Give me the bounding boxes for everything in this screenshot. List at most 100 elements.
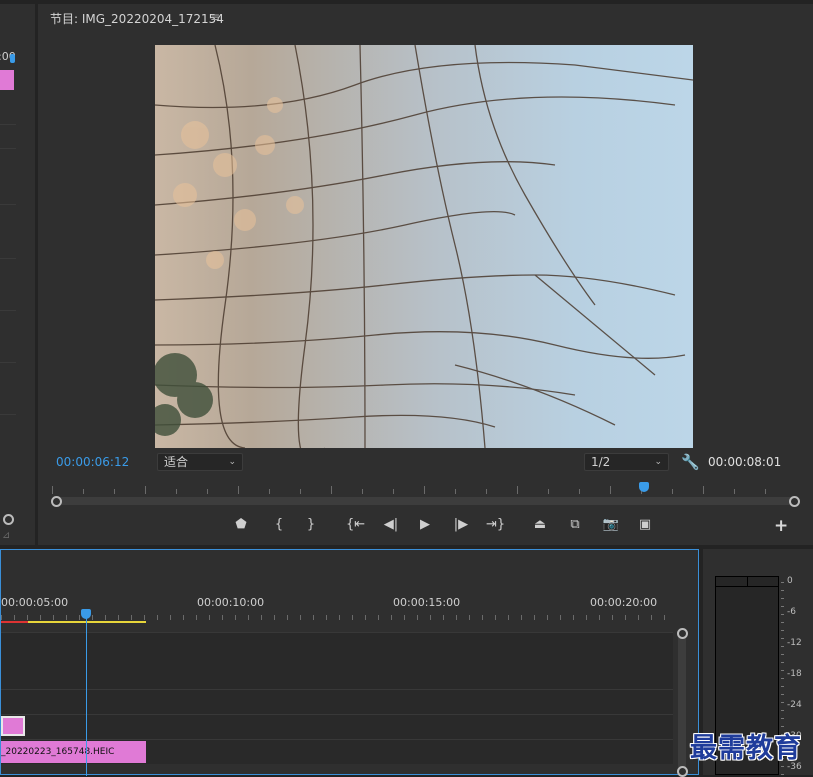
ruler-tick [362, 489, 363, 494]
ruler-tick [1, 615, 2, 620]
ruler-tick [517, 486, 518, 494]
clip-heic[interactable]: _20220223_165748.HEIC [1, 741, 146, 763]
ruler-tick [326, 615, 327, 620]
ruler-tick [207, 489, 208, 494]
ruler-tick [469, 615, 470, 620]
ruler-tick [248, 615, 249, 620]
hamburger-menu-icon[interactable]: ≡ [210, 10, 220, 24]
db-label: -12 [787, 638, 802, 648]
db-tick [781, 662, 784, 663]
left-edge-icon: ⊿ [2, 530, 11, 541]
vscroll-top-handle-icon[interactable] [677, 628, 688, 639]
divider [0, 124, 16, 125]
left-playhead-icon[interactable] [10, 54, 15, 63]
add-marker-button[interactable]: ⬟ [232, 517, 250, 532]
wrench-settings-icon[interactable]: 🔧 [681, 453, 700, 471]
ruler-tick [586, 615, 587, 620]
ruler-label: 00:00:20:00 [590, 596, 658, 609]
divider [0, 148, 16, 149]
db-tick [781, 670, 784, 671]
selected-clip[interactable] [1, 716, 25, 736]
db-tick [781, 646, 784, 647]
ruler-label: 00:00:05:00 [1, 596, 69, 609]
divider [0, 310, 16, 311]
ruler-tick [638, 615, 639, 620]
monitor-time-ruler[interactable] [52, 480, 798, 494]
track-row[interactable] [1, 714, 673, 739]
ruler-tick [482, 615, 483, 620]
monitor-title[interactable]: 节目: IMG_20220204_172154 [50, 10, 224, 27]
ruler-tick [131, 615, 132, 620]
left-scroll-knob-icon[interactable] [3, 514, 14, 525]
ruler-tick [144, 615, 145, 620]
ruler-tick [300, 489, 301, 494]
scrollbar-left-handle-icon[interactable] [51, 496, 62, 507]
left-clip-block[interactable] [0, 70, 14, 90]
playhead-timecode[interactable]: 00:00:06:12 [56, 455, 129, 469]
ruler-tick [66, 615, 67, 620]
ruler-tick [53, 615, 54, 620]
divider [0, 204, 16, 205]
zoom-level-value: 适合 [164, 455, 189, 469]
render-bar-yellow [28, 621, 146, 623]
watermark-logo: 最需教育 [690, 733, 802, 764]
db-label: -18 [787, 669, 802, 679]
ruler-tick [274, 615, 275, 620]
ruler-label: 00:00:15:00 [393, 596, 461, 609]
step-back-button[interactable]: ◀| [382, 517, 400, 532]
ruler-tick [331, 486, 332, 494]
ruler-tick [269, 489, 270, 494]
db-label: 0 [787, 576, 793, 586]
timeline-vertical-scrollbar[interactable] [678, 630, 686, 770]
ruler-tick [209, 615, 210, 620]
ruler-tick [547, 615, 548, 620]
playback-resolution-select[interactable]: 1/2 ⌄ [584, 453, 669, 471]
export-frame-button[interactable]: 📷 [600, 517, 622, 532]
extract-button[interactable]: ⧉ [564, 517, 586, 532]
db-tick [781, 638, 784, 639]
ruler-tick [339, 615, 340, 620]
render-bar-red [1, 621, 28, 623]
go-to-in-button[interactable]: {⇤ [346, 517, 365, 532]
step-forward-button[interactable]: |▶ [452, 517, 470, 532]
duration-timecode: 00:00:08:01 [708, 455, 782, 469]
ruler-tick [378, 615, 379, 620]
chevron-down-icon: ⌄ [654, 457, 662, 467]
db-tick [781, 694, 784, 695]
db-tick [781, 614, 784, 615]
mark-in-button[interactable]: { [270, 517, 288, 532]
scrollbar-right-handle-icon[interactable] [789, 496, 800, 507]
ruler-tick [625, 615, 626, 620]
ruler-tick [534, 615, 535, 620]
ruler-tick [145, 486, 146, 494]
playhead-marker[interactable] [639, 482, 649, 492]
monitor-zoom-scrollbar[interactable] [54, 497, 796, 505]
ruler-tick [579, 489, 580, 494]
program-monitor: 节目: IMG_20220204_172154 ≡ 00:00:06:12 适合… [38, 4, 813, 545]
ruler-tick [92, 615, 93, 620]
ruler-tick [287, 615, 288, 620]
timeline-playhead-line [86, 618, 87, 776]
play-button[interactable]: ▶ [416, 517, 434, 532]
db-tick [781, 598, 784, 599]
ruler-tick [573, 615, 574, 620]
go-to-out-button[interactable]: ⇥} [486, 517, 505, 532]
zoom-level-select[interactable]: 适合 ⌄ [157, 453, 243, 471]
ruler-tick [114, 489, 115, 494]
db-tick [781, 702, 784, 703]
ruler-tick [27, 615, 28, 620]
mark-out-button[interactable]: } [302, 517, 320, 532]
lift-button[interactable]: ⏏ [529, 517, 551, 532]
ruler-tick [508, 615, 509, 620]
vscroll-bottom-handle-icon[interactable] [677, 766, 688, 777]
add-button-editor-icon[interactable]: + [774, 516, 788, 536]
db-tick [781, 590, 784, 591]
ruler-tick [734, 489, 735, 494]
video-track-area[interactable] [1, 632, 673, 689]
video-preview[interactable] [155, 45, 693, 448]
track-row[interactable] [1, 689, 673, 714]
db-label: -24 [787, 700, 802, 710]
comparison-view-button[interactable]: ▣ [634, 517, 656, 532]
db-tick [781, 630, 784, 631]
ruler-tick [313, 615, 314, 620]
